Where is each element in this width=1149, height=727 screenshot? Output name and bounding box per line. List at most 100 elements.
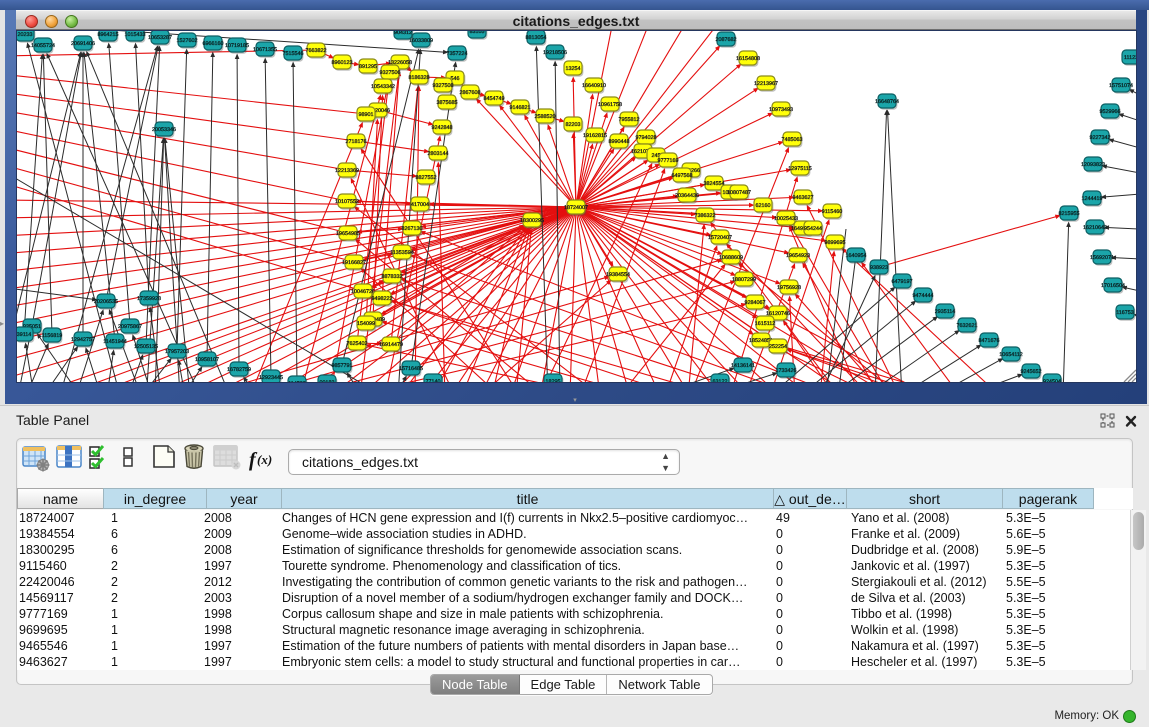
- svg-text:19756928: 19756928: [777, 285, 801, 291]
- svg-text:1244419: 1244419: [1082, 196, 1103, 202]
- svg-text:891295: 891295: [359, 64, 377, 70]
- svg-text:12093823: 12093823: [1081, 162, 1105, 168]
- svg-text:12213967: 12213967: [754, 81, 778, 87]
- svg-text:14055724: 14055724: [31, 43, 55, 49]
- svg-text:417004: 417004: [411, 202, 429, 208]
- svg-text:7632621: 7632621: [957, 323, 978, 329]
- svg-text:99183: 99183: [320, 380, 335, 382]
- svg-text:1527602: 1527602: [177, 38, 198, 44]
- svg-text:904312: 904312: [394, 31, 412, 36]
- svg-text:3875685: 3875685: [437, 100, 458, 106]
- svg-text:8186328: 8186328: [409, 75, 430, 81]
- svg-text:39114: 39114: [17, 332, 31, 338]
- svg-text:12505135: 12505135: [134, 344, 158, 350]
- svg-text:18295: 18295: [546, 379, 561, 382]
- svg-text:20233: 20233: [18, 32, 33, 38]
- svg-text:20053346: 20053346: [152, 127, 176, 133]
- svg-text:2935114: 2935114: [935, 309, 956, 315]
- svg-text:17016504: 17016504: [1101, 283, 1125, 289]
- svg-text:9529966: 9529966: [1100, 109, 1121, 115]
- svg-text:1015433: 1015433: [125, 32, 146, 38]
- svg-text:77140: 77140: [426, 379, 441, 382]
- svg-text:16640910: 16640910: [582, 83, 606, 89]
- svg-text:11451944: 11451944: [103, 339, 127, 345]
- svg-text:9327506: 9327506: [380, 70, 401, 76]
- svg-text:6966160: 6966160: [203, 41, 224, 47]
- svg-text:6497568: 6497568: [672, 173, 693, 179]
- svg-text:8960123: 8960123: [332, 60, 353, 66]
- svg-text:2803144: 2803144: [428, 151, 449, 157]
- svg-text:9899695: 9899695: [825, 240, 846, 246]
- svg-text:8964215: 8964215: [98, 32, 119, 38]
- svg-text:7485063: 7485063: [782, 137, 803, 143]
- svg-text:10107552: 10107552: [335, 199, 359, 205]
- svg-text:8878332: 8878332: [382, 274, 403, 280]
- svg-text:8813054: 8813054: [526, 35, 547, 41]
- svg-text:18724007: 18724007: [564, 205, 588, 211]
- svg-text:62160: 62160: [756, 203, 771, 209]
- svg-text:8990448: 8990448: [609, 139, 630, 145]
- svg-text:16782759: 16782759: [227, 367, 251, 373]
- svg-text:8215955: 8215955: [1059, 211, 1080, 217]
- svg-text:10961758: 10961758: [598, 102, 622, 108]
- svg-text:7386322: 7386322: [695, 213, 716, 219]
- svg-text:12975115: 12975115: [788, 166, 812, 172]
- svg-text:15720407: 15720407: [708, 235, 732, 241]
- svg-text:15716485: 15716485: [399, 366, 423, 372]
- svg-text:18807299: 18807299: [732, 277, 756, 283]
- svg-text:1615112: 1615112: [755, 321, 776, 327]
- svg-text:114532: 114532: [288, 381, 306, 382]
- svg-text:9146821: 9146821: [510, 105, 531, 111]
- svg-text:9327508: 9327508: [433, 83, 454, 89]
- svg-text:9794028: 9794028: [636, 135, 657, 141]
- svg-text:8267130: 8267130: [402, 226, 423, 232]
- svg-text:2718176: 2718176: [346, 139, 367, 145]
- svg-text:938923: 938923: [870, 265, 888, 271]
- svg-text:11353594: 11353594: [390, 250, 414, 256]
- svg-text:19654985: 19654985: [336, 231, 360, 237]
- svg-text:1733426: 1733426: [776, 368, 797, 374]
- svg-text:17359928: 17359928: [137, 296, 161, 302]
- svg-text:16154808: 16154808: [736, 56, 760, 62]
- svg-text:9284067: 9284067: [745, 300, 766, 306]
- svg-text:154099: 154099: [357, 321, 375, 327]
- svg-text:19654923: 19654923: [786, 253, 810, 259]
- svg-text:7357224: 7357224: [447, 51, 468, 57]
- svg-text:82203: 82203: [566, 122, 581, 128]
- svg-text:15751074: 15751074: [1109, 83, 1133, 89]
- svg-text:116753: 116753: [1116, 310, 1134, 316]
- svg-text:20206535: 20206535: [94, 299, 118, 305]
- svg-text:15692071: 15692071: [1090, 255, 1114, 261]
- svg-text:2588520: 2588520: [535, 114, 556, 120]
- svg-text:19162815: 19162815: [583, 133, 607, 139]
- svg-text:10719185: 10719185: [225, 43, 249, 49]
- svg-text:9474444: 9474444: [913, 293, 934, 299]
- svg-text:16648764: 16648764: [875, 99, 899, 105]
- svg-text:9115460: 9115460: [822, 209, 843, 215]
- svg-text:1640954: 1640954: [846, 253, 867, 259]
- svg-text:10025433: 10025433: [774, 216, 798, 222]
- svg-text:8827552: 8827552: [416, 175, 437, 181]
- svg-text:10973493: 10973493: [769, 107, 793, 113]
- svg-text:9498222: 9498222: [372, 296, 393, 302]
- svg-text:10688609: 10688609: [719, 255, 743, 261]
- svg-text:10046726: 10046726: [351, 289, 375, 295]
- svg-text:8454749: 8454749: [484, 96, 505, 102]
- svg-text:252254: 252254: [769, 344, 787, 350]
- svg-text:14136141: 14136141: [731, 363, 755, 369]
- svg-text:20364436: 20364436: [675, 193, 699, 199]
- svg-text:20691406: 20691406: [71, 41, 95, 47]
- svg-text:6479197: 6479197: [892, 279, 913, 285]
- svg-text:7955812: 7955812: [619, 117, 640, 123]
- svg-text:16210643: 16210643: [1083, 225, 1107, 231]
- svg-text:98901: 98901: [359, 112, 374, 118]
- svg-text:7625402: 7625402: [347, 341, 368, 347]
- svg-text:11123: 11123: [1124, 55, 1136, 61]
- svg-text:13254: 13254: [566, 66, 581, 72]
- svg-text:9463627: 9463627: [793, 195, 814, 201]
- svg-text:19166827: 19166827: [342, 260, 366, 266]
- svg-text:10807487: 10807487: [727, 190, 751, 196]
- svg-text:9245652: 9245652: [1021, 369, 1042, 375]
- svg-text:19384554: 19384554: [606, 272, 630, 278]
- svg-text:12923445: 12923445: [259, 375, 283, 381]
